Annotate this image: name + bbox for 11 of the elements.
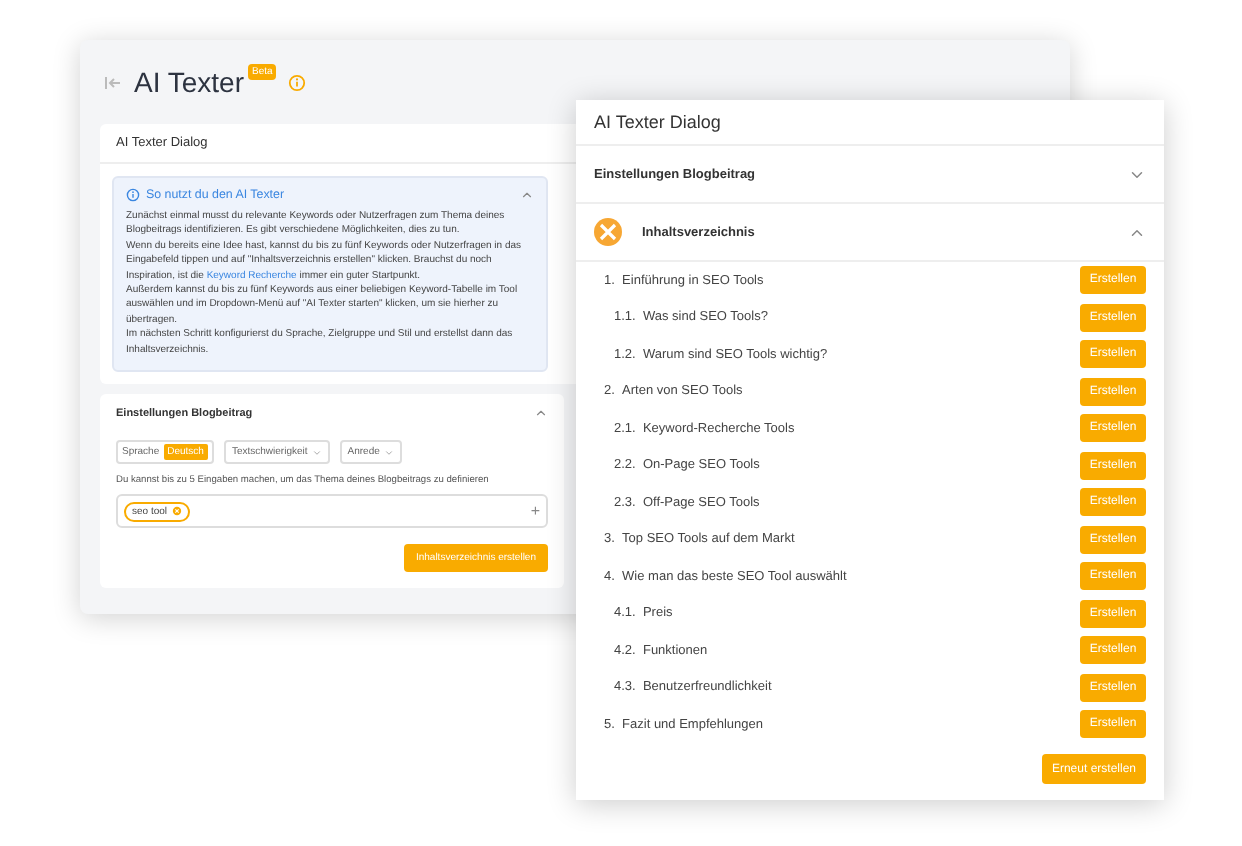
chevron-up-icon[interactable] xyxy=(520,188,534,202)
dialog-title: AI Texter Dialog xyxy=(576,100,1164,146)
chevron-down-icon xyxy=(383,447,394,458)
collapse-icon[interactable] xyxy=(104,75,122,89)
add-button[interactable]: + xyxy=(530,502,540,521)
info-icon xyxy=(288,73,307,91)
chevron-down-icon xyxy=(311,447,322,458)
chevron-up-icon[interactable] xyxy=(534,406,548,421)
remove-icon[interactable] xyxy=(171,506,182,517)
page-title: AI Texter xyxy=(134,66,244,98)
info-icon xyxy=(126,188,140,202)
